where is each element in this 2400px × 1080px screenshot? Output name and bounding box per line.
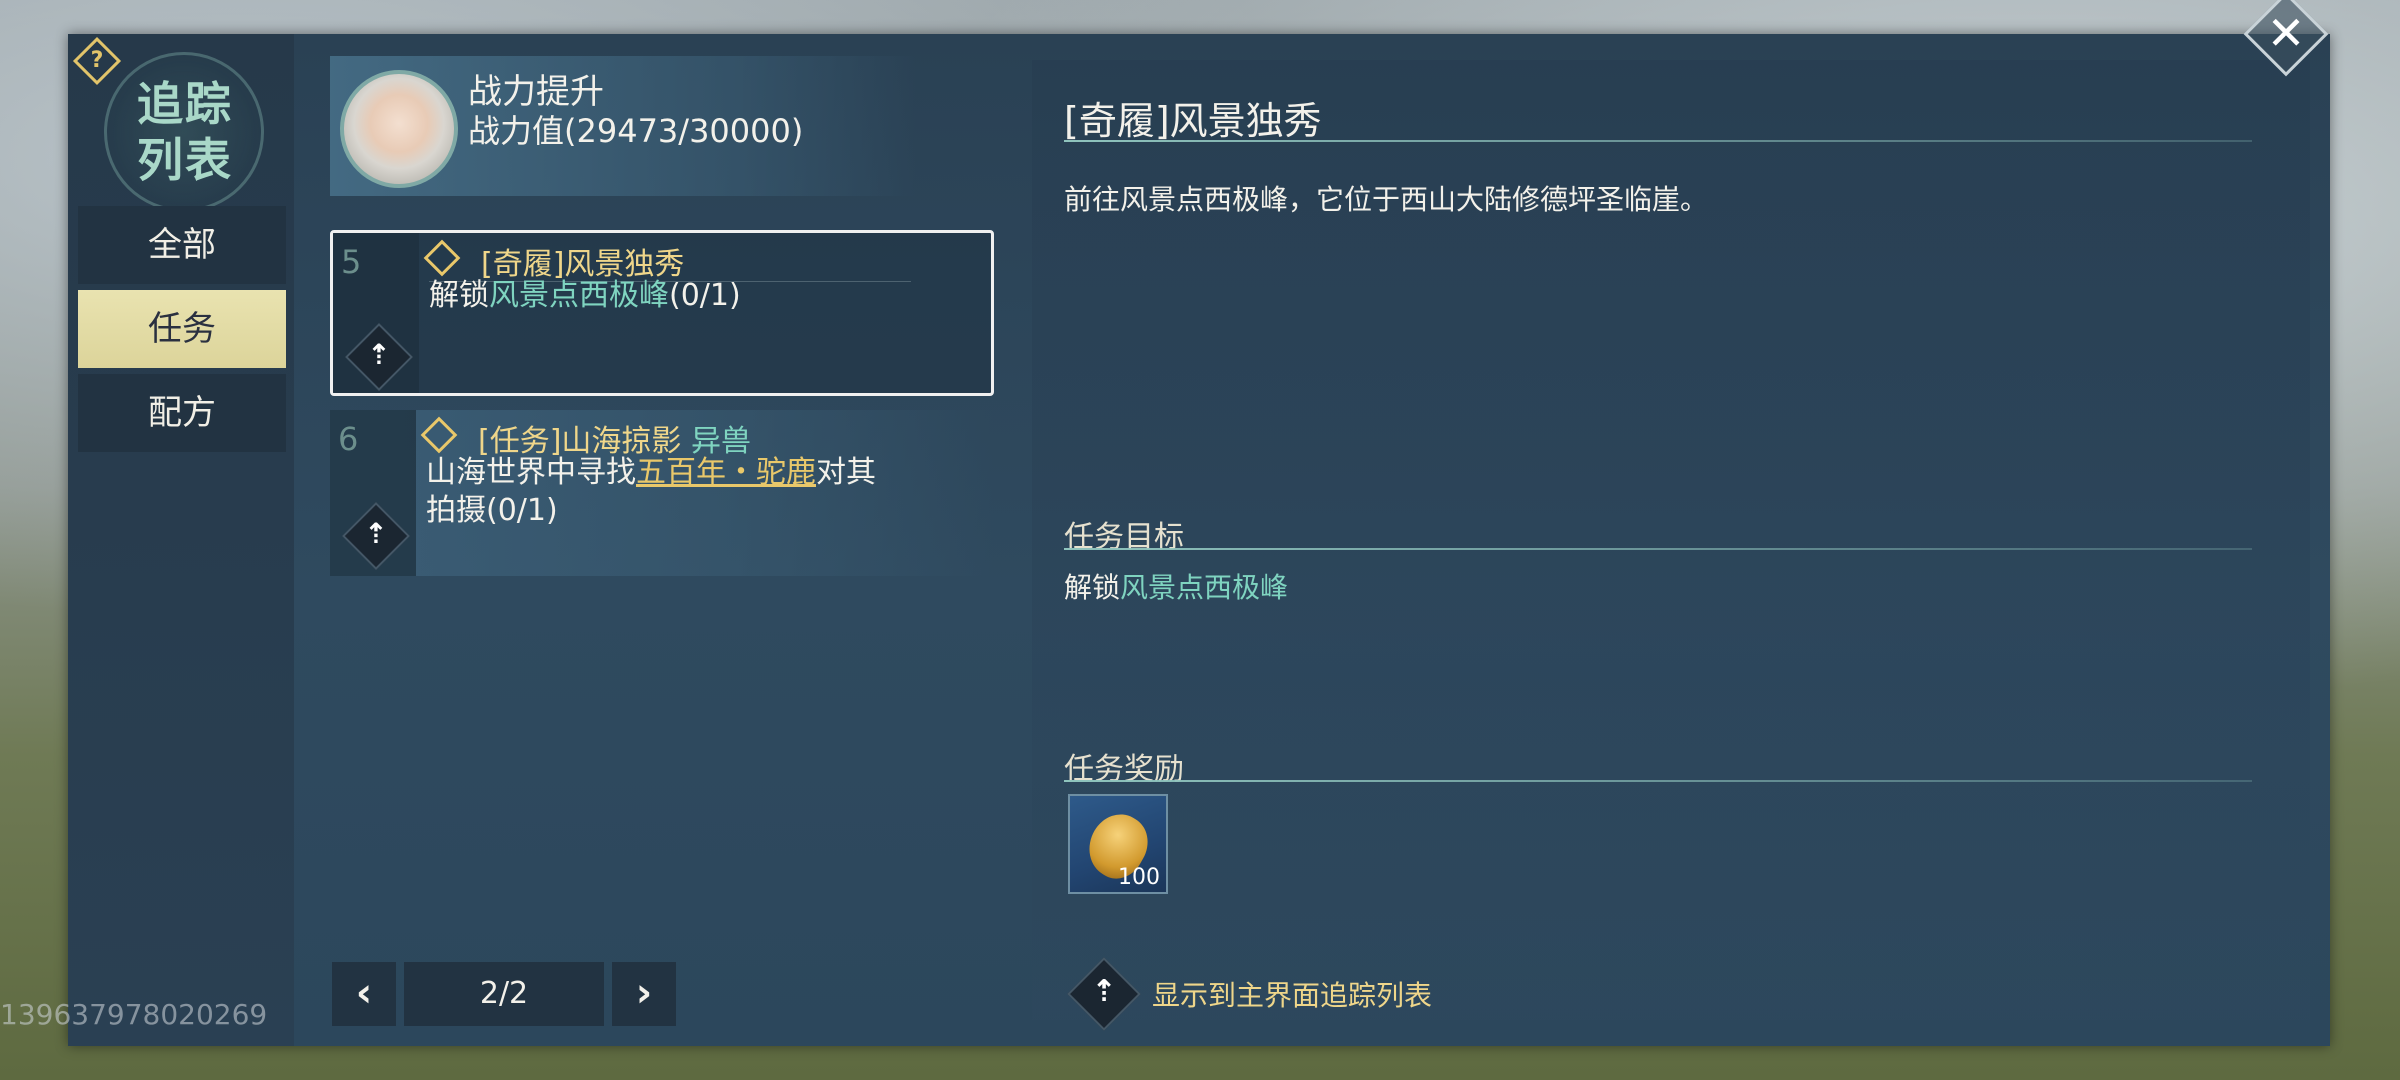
tab-all[interactable]: 全部 — [78, 206, 286, 284]
next-arrow-icon[interactable]: › — [612, 962, 676, 1026]
quest-number: 6 — [338, 420, 359, 458]
divider — [1064, 548, 2252, 550]
prev-arrow-icon[interactable]: ‹ — [332, 962, 396, 1026]
quest-item[interactable]: 5 ⇡ [奇履]风景独秀 解锁风景点西极峰(0/1) — [330, 230, 994, 396]
panel-title: 追踪 列表 — [137, 77, 233, 187]
quest-diamond-icon — [420, 416, 458, 454]
avatar — [340, 70, 458, 188]
divider — [1064, 780, 2252, 782]
tab-recipes[interactable]: 配方 — [78, 374, 286, 452]
power-value: 战力值(29473/30000) — [468, 112, 804, 150]
quest-item[interactable]: 6 ⇡ [任务]山海掠影 异兽 山海世界中寻找五百年・驼鹿对其拍摄(0/1) — [330, 410, 994, 576]
quest-diamond-icon — [423, 239, 461, 277]
track-to-main-button[interactable]: 显示到主界面追踪列表 — [1152, 974, 1432, 1014]
reward-item-icon[interactable]: 100 — [1068, 794, 1168, 894]
objective-text: 解锁风景点西极峰 — [1064, 571, 1289, 604]
quest-desc: 山海世界中寻找五百年・驼鹿对其拍摄(0/1) — [426, 455, 876, 528]
divider — [1064, 140, 2252, 142]
quest-desc: 解锁风景点西极峰(0/1) — [429, 278, 741, 313]
quest-number: 5 — [341, 243, 362, 281]
detail-description: 前往风景点西极峰，它位于西山大陆修德坪圣临崖。 — [1064, 183, 1709, 216]
reward-count: 100 — [1118, 865, 1160, 890]
tab-tasks[interactable]: 任务 — [78, 290, 286, 368]
page-indicator: 2/2 — [404, 962, 604, 1026]
watermark: 139637978020269 — [0, 998, 268, 1031]
detail-title: [奇履]风景独秀 — [1064, 99, 1322, 143]
